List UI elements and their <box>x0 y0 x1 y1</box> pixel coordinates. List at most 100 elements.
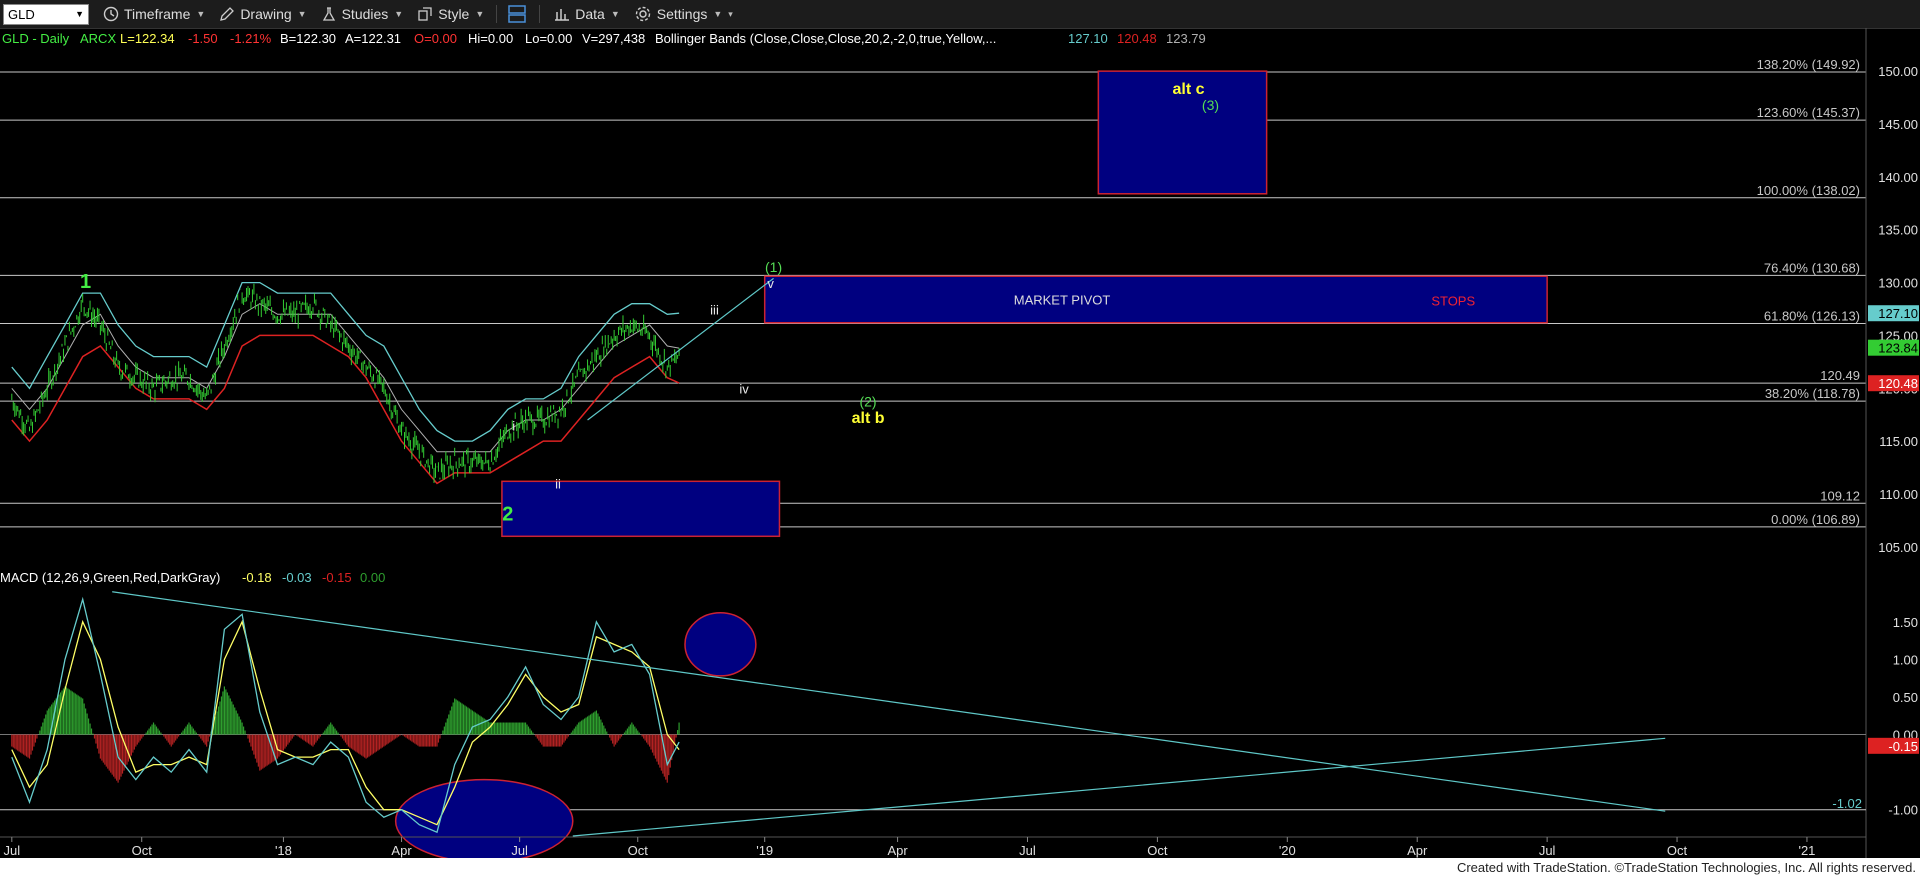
chevron-down-icon: ▼ <box>610 9 620 19</box>
fib-level-label: 120.49 <box>1820 368 1860 383</box>
settings-menu[interactable]: Settings ▼ <box>634 5 723 23</box>
macd-line <box>11 596 680 834</box>
chart-toolbar: GLD ▼ Timeframe ▼ Drawing ▼ Studies ▼ St… <box>0 0 1920 29</box>
style-menu[interactable]: Style ▼ <box>417 6 484 22</box>
time-tick-label: Jul <box>3 843 20 858</box>
settings-label: Settings <box>656 6 708 22</box>
time-tick-label: Jul <box>1019 843 1036 858</box>
fib-level-label: 76.40% (130.68) <box>1764 260 1860 275</box>
studies-label: Studies <box>341 6 389 22</box>
stops-label: STOPS <box>1431 293 1475 308</box>
fib-level-label: 100.00% (138.02) <box>1757 183 1860 198</box>
price-tick-label: 145.00 <box>1878 117 1918 132</box>
box-label: alt c <box>1172 81 1204 98</box>
chevron-down-icon: ▼ <box>75 9 84 19</box>
wave-label: 2 <box>502 503 513 525</box>
box-sublabel: (3) <box>1202 97 1219 113</box>
fib-level-label: 109.12 <box>1820 488 1860 503</box>
clock-icon <box>103 6 119 22</box>
header-bb-lower: 120.48 <box>1117 31 1157 46</box>
box-label: MARKET PIVOT <box>1014 292 1111 307</box>
gear-icon <box>635 6 650 22</box>
chevron-down-icon: ▼ <box>713 9 723 19</box>
target-box <box>763 275 1548 324</box>
toolbar-divider <box>539 5 541 23</box>
time-tick-label: Oct <box>1147 843 1168 858</box>
macd-badge-label: -0.15 <box>1888 739 1918 754</box>
timeframe-label: Timeframe <box>124 6 191 22</box>
header-bb-upper: 127.10 <box>1068 31 1108 46</box>
price-tick-label: 105.00 <box>1878 540 1918 555</box>
price-tick-label: 140.00 <box>1878 170 1918 185</box>
bar-chart-icon <box>555 9 570 21</box>
channel-trendline <box>587 277 774 421</box>
pencil-icon <box>220 7 235 21</box>
style-label: Style <box>438 6 470 22</box>
macd-value-2: -0.03 <box>282 570 312 585</box>
fib-level-label: 138.20% (149.92) <box>1757 57 1860 72</box>
data-menu[interactable]: Data ▼ <box>554 6 620 22</box>
wave-label: (1) <box>765 259 782 275</box>
header-change: -1.50 <box>188 31 218 46</box>
time-tick-label: '18 <box>275 843 292 858</box>
chevron-down-icon: ▼ <box>196 9 206 19</box>
time-tick-label: Oct <box>628 843 649 858</box>
bb-lower-line <box>11 334 680 485</box>
fib-level-label: 0.00% (106.89) <box>1771 512 1860 527</box>
header-bb-mid: 123.79 <box>1166 31 1206 46</box>
wave-label: iv <box>739 382 749 397</box>
wave-label: (2) <box>859 393 876 409</box>
header-pct: -1.21% <box>230 31 272 46</box>
data-label: Data <box>575 6 605 22</box>
symbol-input[interactable]: GLD ▼ <box>3 3 89 25</box>
macd-tick-label: -1.00 <box>1888 803 1918 818</box>
header-last: L=122.34 <box>120 31 175 46</box>
studies-menu[interactable]: Studies ▼ <box>321 6 404 22</box>
time-tick-label: '20 <box>1279 843 1296 858</box>
more-menu[interactable]: ▾ <box>728 9 733 20</box>
macd-header: MACD (12,26,9,Green,Red,DarkGray) -0.18 … <box>0 570 385 585</box>
time-tick-label: Jul <box>1539 843 1556 858</box>
layout-icon[interactable] <box>507 4 527 24</box>
macd-pane: -1.02 -1.000.000.501.001.50-0.15 <box>0 591 1919 858</box>
header-bb-label: Bollinger Bands (Close,Close,Close,20,2,… <box>655 31 996 46</box>
symbol-value: GLD <box>8 6 35 22</box>
macd-trend-label: -1.02 <box>1832 796 1862 811</box>
time-tick-label: Apr <box>391 843 412 858</box>
wave-label: i <box>512 419 515 434</box>
style-icon <box>418 7 432 21</box>
drawing-menu[interactable]: Drawing ▼ <box>219 6 307 22</box>
chevron-down-icon: ▼ <box>394 9 404 19</box>
drawing-label: Drawing <box>240 6 292 22</box>
time-tick-label: Oct <box>132 843 153 858</box>
macd-value-3: -0.15 <box>322 570 352 585</box>
header-hi: Hi=0.00 <box>468 31 513 46</box>
header-symbol: GLD - Daily <box>2 31 70 46</box>
chevron-down-icon: ▼ <box>475 9 485 19</box>
price-tick-label: 130.00 <box>1878 276 1918 291</box>
price-tick-label: 110.00 <box>1879 487 1918 502</box>
price-tick-label: 150.00 <box>1878 64 1918 79</box>
copyright-text: Created with TradeStation. ©TradeStation… <box>1456 860 1916 875</box>
price-tick-label: 115.00 <box>1879 434 1918 449</box>
flask-icon <box>322 7 335 21</box>
header-ask: A=122.31 <box>345 31 401 46</box>
timeframe-menu[interactable]: Timeframe ▼ <box>103 6 205 22</box>
macd-value-1: -0.18 <box>242 570 272 585</box>
price-badge-label: 127.10 <box>1878 306 1918 321</box>
fib-level-label: 38.20% (118.78) <box>1765 386 1860 401</box>
chevron-down-icon: ▾ <box>728 8 733 19</box>
chevron-down-icon: ▼ <box>297 9 307 19</box>
macd-tick-label: 1.50 <box>1893 615 1918 630</box>
chart-area[interactable]: 138.20% (149.92) 123.60% (145.37) 100.00% … <box>0 28 1920 858</box>
macd-trendline <box>572 737 1666 837</box>
wave-label: v <box>767 276 774 291</box>
time-tick-label: Apr <box>1407 843 1428 858</box>
header-bid: B=122.30 <box>280 31 336 46</box>
header-vol: V=297,438 <box>582 31 645 46</box>
highlight-ellipse <box>684 612 757 677</box>
price-tick-label: 135.00 <box>1878 223 1918 238</box>
time-tick-label: Jul <box>511 843 528 858</box>
time-tick-label: '19 <box>756 843 773 858</box>
wave-label: iii <box>710 302 719 317</box>
